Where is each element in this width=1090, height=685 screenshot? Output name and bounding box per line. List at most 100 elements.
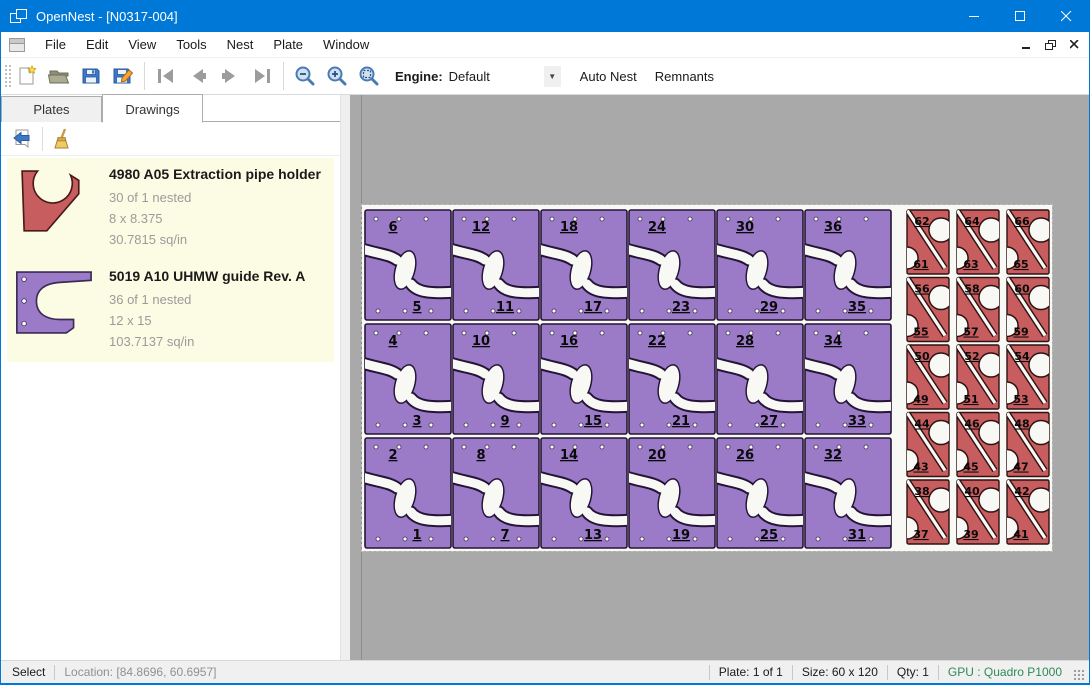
nested-part-pair[interactable]: 52 51	[945, 345, 1004, 409]
nested-part-pair[interactable]: 34 33	[799, 324, 897, 434]
save-as-button[interactable]	[107, 61, 139, 91]
nested-part-pair[interactable]: 42 41	[995, 480, 1052, 544]
svg-text:12: 12	[472, 220, 490, 235]
menu-window[interactable]: Window	[313, 33, 379, 56]
sidebar-tabstrip: Plates Drawings	[1, 95, 340, 122]
sidebar: Plates Drawings	[1, 95, 341, 660]
toolbar-grip[interactable]	[3, 63, 11, 89]
plate[interactable]: 6 5 12 11	[362, 205, 1052, 551]
svg-text:27: 27	[760, 414, 778, 429]
zoom-out-icon	[294, 65, 316, 87]
mdi-restore-icon[interactable]	[1045, 40, 1056, 50]
menu-plate[interactable]: Plate	[263, 33, 313, 56]
minimize-button[interactable]	[951, 1, 997, 32]
nested-part-pair[interactable]: 62 61	[895, 210, 954, 274]
nested-part-pair[interactable]: 28 27	[711, 324, 809, 434]
nested-part-pair[interactable]: 30 29	[711, 210, 809, 320]
nested-part-pair[interactable]: 2 1	[362, 438, 457, 548]
nested-part-pair[interactable]: 40 39	[945, 480, 1004, 544]
drawing-thumbnail-purple-part	[13, 270, 97, 336]
remnants-button[interactable]: Remnants	[646, 64, 723, 89]
nested-part-pair[interactable]: 44 43	[895, 413, 954, 477]
nested-part-pair[interactable]: 46 45	[945, 413, 1004, 477]
mdi-document-icon[interactable]	[9, 38, 25, 52]
status-qty: Qty: 1	[888, 665, 938, 679]
svg-text:37: 37	[913, 528, 928, 541]
svg-text:26: 26	[736, 448, 754, 463]
nested-part-pair[interactable]: 50 49	[895, 345, 954, 409]
tab-plates[interactable]: Plates	[1, 96, 102, 122]
menu-tools[interactable]: Tools	[166, 33, 216, 56]
new-button[interactable]	[11, 61, 43, 91]
svg-text:45: 45	[963, 461, 978, 474]
nested-part-pair[interactable]: 18 17	[535, 210, 633, 320]
nested-part-pair[interactable]: 12 11	[447, 210, 545, 320]
nested-part-pair[interactable]: 36 35	[799, 210, 897, 320]
svg-text:3: 3	[412, 414, 421, 429]
svg-text:60: 60	[1014, 283, 1030, 296]
nested-part-pair[interactable]: 54 53	[995, 345, 1052, 409]
zoom-in-button[interactable]	[321, 61, 353, 91]
engine-select-value[interactable]: Default	[449, 69, 544, 84]
menu-nest[interactable]: Nest	[217, 33, 264, 56]
nested-part-pair[interactable]: 20 19	[623, 438, 721, 548]
nested-part-pair[interactable]: 58 57	[945, 278, 1004, 342]
drawing-item-4980[interactable]: 4980 A05 Extraction pipe holder 30 of 1 …	[7, 158, 334, 260]
nested-part-pair[interactable]: 4 3	[362, 324, 457, 434]
nested-part-pair[interactable]: 26 25	[711, 438, 809, 548]
svg-text:47: 47	[1013, 461, 1028, 474]
svg-text:34: 34	[824, 334, 842, 349]
mdi-close-icon[interactable]	[1070, 40, 1079, 49]
maximize-button[interactable]	[997, 1, 1043, 32]
nested-part-pair[interactable]: 8 7	[447, 438, 545, 548]
nested-part-pair[interactable]: 6 5	[362, 210, 457, 320]
toolbar-separator	[144, 62, 145, 90]
previous-plate-button[interactable]	[182, 61, 214, 91]
status-bar: Select Location: [84.8696, 60.6957] Plat…	[1, 660, 1089, 683]
svg-text:59: 59	[1013, 326, 1028, 339]
auto-nest-button[interactable]: Auto Nest	[571, 64, 646, 89]
menu-edit[interactable]: Edit	[76, 33, 118, 56]
nested-part-pair[interactable]: 66 65	[995, 210, 1052, 274]
nested-part-pair[interactable]: 48 47	[995, 413, 1052, 477]
svg-text:22: 22	[648, 334, 666, 349]
svg-text:7: 7	[500, 528, 509, 543]
open-button[interactable]	[43, 61, 75, 91]
mdi-minimize-icon[interactable]	[1022, 40, 1031, 49]
svg-text:24: 24	[648, 220, 666, 235]
nest-canvas[interactable]: 6 5 12 11	[350, 95, 1089, 660]
menu-view[interactable]: View	[118, 33, 166, 56]
engine-dropdown-button[interactable]: ▼	[544, 66, 561, 87]
nested-part-pair[interactable]: 22 21	[623, 324, 721, 434]
first-plate-button[interactable]	[150, 61, 182, 91]
nested-part-pair[interactable]: 24 23	[623, 210, 721, 320]
menu-file[interactable]: File	[35, 33, 76, 56]
zoom-out-button[interactable]	[289, 61, 321, 91]
drawing-item-5019[interactable]: 5019 A10 UHMW guide Rev. A 36 of 1 neste…	[7, 260, 334, 362]
nest-layout-svg[interactable]: 6 5 12 11	[362, 205, 1052, 551]
panel-splitter[interactable]	[341, 95, 350, 660]
nested-part-pair[interactable]: 14 13	[535, 438, 633, 548]
svg-text:4: 4	[388, 334, 397, 349]
svg-text:28: 28	[736, 334, 754, 349]
nested-part-pair[interactable]: 64 63	[945, 210, 1004, 274]
nested-part-pair[interactable]: 32 31	[799, 438, 897, 548]
nested-part-pair[interactable]: 38 37	[895, 480, 954, 544]
menu-bar: File Edit View Tools Nest Plate Window	[1, 32, 1089, 57]
send-to-plate-button[interactable]	[7, 125, 37, 153]
nested-part-pair[interactable]: 56 55	[895, 278, 954, 342]
next-plate-button[interactable]	[214, 61, 246, 91]
save-button[interactable]	[75, 61, 107, 91]
tab-drawings[interactable]: Drawings	[102, 94, 203, 123]
svg-text:20: 20	[648, 448, 666, 463]
zoom-fit-button[interactable]	[353, 61, 385, 91]
last-plate-button[interactable]	[246, 61, 278, 91]
clean-button[interactable]	[48, 125, 78, 153]
nested-part-pair[interactable]: 16 15	[535, 324, 633, 434]
close-button[interactable]	[1043, 1, 1089, 32]
drawing-nested-count: 30 of 1 nested	[109, 187, 321, 208]
nested-part-pair[interactable]: 60 59	[995, 278, 1052, 342]
svg-text:38: 38	[914, 485, 929, 498]
resize-grip[interactable]	[1073, 669, 1085, 681]
nested-part-pair[interactable]: 10 9	[447, 324, 545, 434]
